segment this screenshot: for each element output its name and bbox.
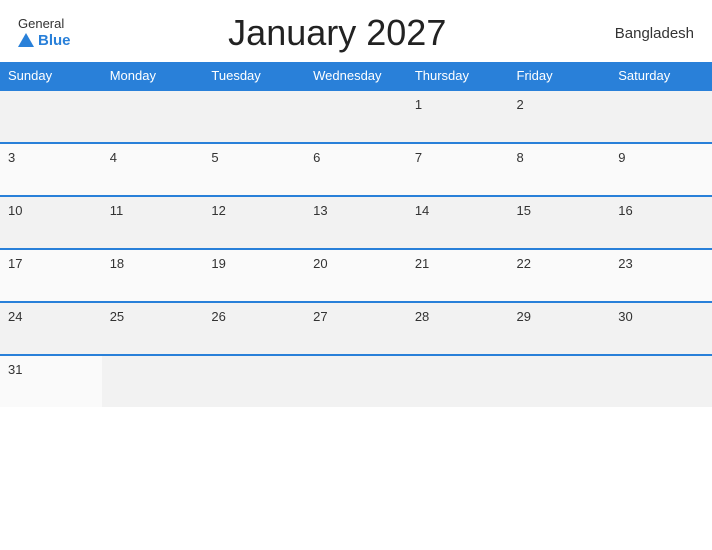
- day-number: 30: [618, 309, 632, 324]
- calendar-day-2: 2: [509, 90, 611, 143]
- logo-area: General Blue: [18, 17, 71, 48]
- calendar-week-row: 3 4 5 6 7 8 9: [0, 143, 712, 196]
- calendar-week-row: 17 18 19 20 21 22 23: [0, 249, 712, 302]
- calendar-day-20: 20: [305, 249, 407, 302]
- calendar-day-22: 22: [509, 249, 611, 302]
- calendar-day-29: 29: [509, 302, 611, 355]
- calendar-day-empty: [610, 90, 712, 143]
- logo-triangle-icon: [18, 33, 34, 47]
- calendar-week-row: 24 25 26 27 28 29 30: [0, 302, 712, 355]
- weekday-header-row: SundayMondayTuesdayWednesdayThursdayFrid…: [0, 62, 712, 90]
- day-number: 18: [110, 256, 124, 271]
- day-number: 23: [618, 256, 632, 271]
- day-number: 5: [211, 150, 218, 165]
- calendar-day-4: 4: [102, 143, 204, 196]
- day-number: 16: [618, 203, 632, 218]
- calendar-day-8: 8: [509, 143, 611, 196]
- calendar-day-empty: [203, 90, 305, 143]
- logo-blue-text: Blue: [18, 32, 71, 49]
- calendar-day-empty: [610, 355, 712, 407]
- calendar-day-3: 3: [0, 143, 102, 196]
- calendar-day-26: 26: [203, 302, 305, 355]
- calendar-day-12: 12: [203, 196, 305, 249]
- country-label: Bangladesh: [604, 25, 694, 42]
- day-number: 22: [517, 256, 531, 271]
- day-number: 19: [211, 256, 225, 271]
- weekday-header-saturday: Saturday: [610, 62, 712, 90]
- day-number: 28: [415, 309, 429, 324]
- calendar-day-23: 23: [610, 249, 712, 302]
- calendar-table: SundayMondayTuesdayWednesdayThursdayFrid…: [0, 62, 712, 407]
- calendar-day-18: 18: [102, 249, 204, 302]
- calendar-day-empty: [407, 355, 509, 407]
- calendar-day-11: 11: [102, 196, 204, 249]
- calendar-container: General Blue January 2027 Bangladesh Sun…: [0, 0, 712, 550]
- calendar-day-13: 13: [305, 196, 407, 249]
- weekday-header-friday: Friday: [509, 62, 611, 90]
- day-number: 9: [618, 150, 625, 165]
- calendar-day-17: 17: [0, 249, 102, 302]
- calendar-week-row: 31: [0, 355, 712, 407]
- calendar-day-5: 5: [203, 143, 305, 196]
- calendar-day-7: 7: [407, 143, 509, 196]
- calendar-day-empty: [102, 355, 204, 407]
- day-number: 12: [211, 203, 225, 218]
- calendar-day-empty: [305, 355, 407, 407]
- day-number: 20: [313, 256, 327, 271]
- day-number: 1: [415, 97, 422, 112]
- calendar-day-16: 16: [610, 196, 712, 249]
- day-number: 3: [8, 150, 15, 165]
- day-number: 24: [8, 309, 22, 324]
- weekday-header-thursday: Thursday: [407, 62, 509, 90]
- day-number: 27: [313, 309, 327, 324]
- calendar-day-6: 6: [305, 143, 407, 196]
- calendar-header: General Blue January 2027 Bangladesh: [0, 0, 712, 62]
- day-number: 7: [415, 150, 422, 165]
- day-number: 25: [110, 309, 124, 324]
- day-number: 13: [313, 203, 327, 218]
- day-number: 26: [211, 309, 225, 324]
- logo-general-text: General: [18, 17, 64, 31]
- day-number: 4: [110, 150, 117, 165]
- day-number: 31: [8, 362, 22, 377]
- calendar-day-10: 10: [0, 196, 102, 249]
- calendar-day-28: 28: [407, 302, 509, 355]
- calendar-day-empty: [102, 90, 204, 143]
- day-number: 17: [8, 256, 22, 271]
- day-number: 21: [415, 256, 429, 271]
- calendar-day-30: 30: [610, 302, 712, 355]
- calendar-day-31: 31: [0, 355, 102, 407]
- day-number: 10: [8, 203, 22, 218]
- day-number: 6: [313, 150, 320, 165]
- day-number: 11: [110, 203, 124, 218]
- calendar-day-27: 27: [305, 302, 407, 355]
- day-number: 2: [517, 97, 524, 112]
- calendar-week-row: 12: [0, 90, 712, 143]
- weekday-header-sunday: Sunday: [0, 62, 102, 90]
- calendar-day-21: 21: [407, 249, 509, 302]
- weekday-header-tuesday: Tuesday: [203, 62, 305, 90]
- calendar-day-14: 14: [407, 196, 509, 249]
- calendar-day-empty: [0, 90, 102, 143]
- calendar-day-empty: [509, 355, 611, 407]
- calendar-day-1: 1: [407, 90, 509, 143]
- calendar-day-empty: [305, 90, 407, 143]
- weekday-header-wednesday: Wednesday: [305, 62, 407, 90]
- calendar-day-9: 9: [610, 143, 712, 196]
- day-number: 8: [517, 150, 524, 165]
- calendar-title: January 2027: [71, 12, 604, 54]
- calendar-day-24: 24: [0, 302, 102, 355]
- day-number: 29: [517, 309, 531, 324]
- calendar-day-25: 25: [102, 302, 204, 355]
- calendar-week-row: 10 11 12 13 14 15 16: [0, 196, 712, 249]
- day-number: 14: [415, 203, 429, 218]
- calendar-day-15: 15: [509, 196, 611, 249]
- weekday-header-monday: Monday: [102, 62, 204, 90]
- calendar-day-empty: [203, 355, 305, 407]
- day-number: 15: [517, 203, 531, 218]
- calendar-day-19: 19: [203, 249, 305, 302]
